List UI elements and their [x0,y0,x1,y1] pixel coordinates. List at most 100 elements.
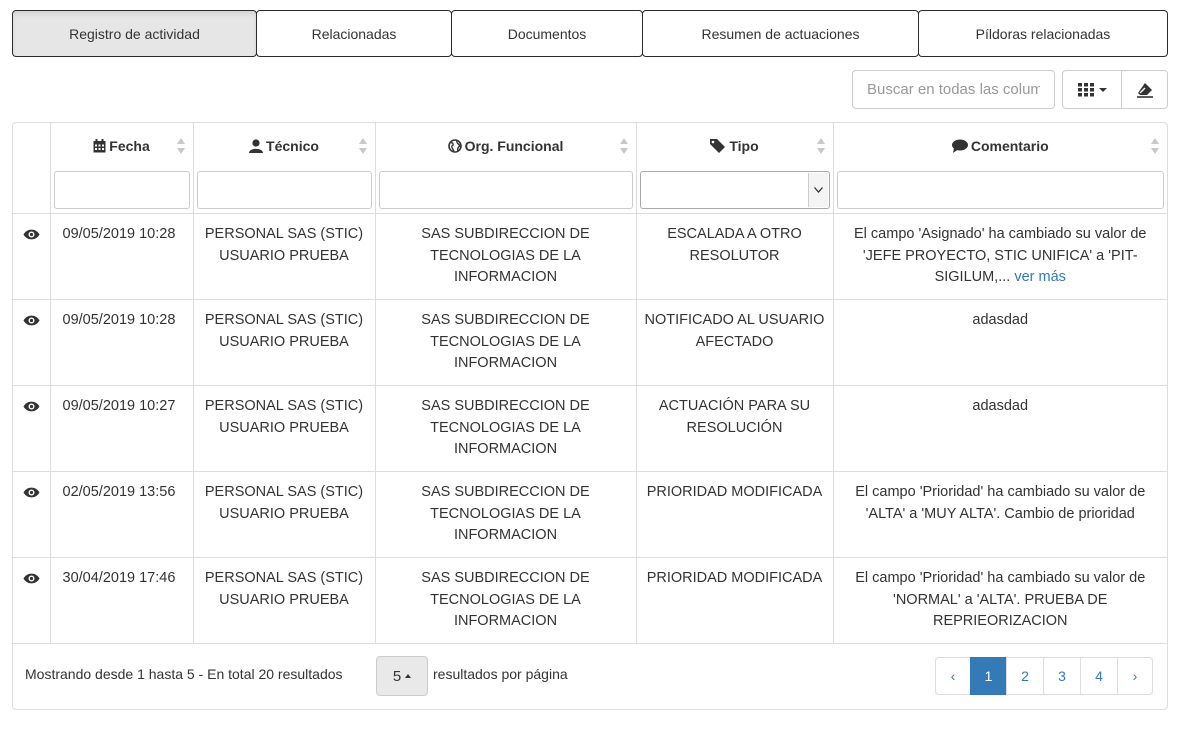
view-cell [13,471,51,558]
view-cell [13,213,51,300]
pagination-page-3[interactable]: 3 [1043,657,1081,695]
filter-input-org-funcional[interactable] [378,171,633,209]
cell-fecha: 09/05/2019 10:27 [50,385,194,472]
cell-fecha: 09/05/2019 10:28 [50,213,194,300]
activity-table: Fecha Técnico Org. Funcional Tipo Coment… [13,123,1167,644]
search-input[interactable] [852,70,1055,109]
eye-icon[interactable] [23,573,40,584]
tag-icon [710,139,726,153]
chevron-down-icon [1098,87,1107,92]
table-row: 02/05/2019 13:56 PERSONAL SAS (STIC) USU… [13,471,1167,558]
table-footer: Mostrando desde 1 hasta 5 - En total 20 … [13,643,1167,709]
filter-cell-org [375,169,637,214]
pagination-page-1[interactable]: 1 [970,657,1007,695]
cell-tecnico: PERSONAL SAS (STIC) USUARIO PRUEBA [193,557,376,644]
user-icon [249,139,264,153]
column-label-fecha: Fecha [109,138,150,154]
cell-tipo: NOTIFICADO AL USUARIO AFECTADO [636,299,834,386]
tab-resumen-actuaciones[interactable]: Resumen de actuaciones [642,10,919,57]
clear-filters-button[interactable] [1121,70,1168,109]
comment-text: El campo 'Asignado' ha cambiado su valor… [854,226,1147,285]
pagination-prev[interactable]: ‹ [935,657,971,695]
cell-comentario: El campo 'Asignado' ha cambiado su valor… [833,213,1167,300]
chevron-down-icon [807,173,828,207]
column-label-tecnico: Técnico [266,138,319,154]
sort-icon[interactable] [816,138,825,154]
column-header-tecnico[interactable]: Técnico [193,123,376,169]
tab-pildoras-relacionadas[interactable]: Píldoras relacionadas [918,10,1168,57]
filter-cell-tipo [636,169,834,214]
cell-org-funcional: SAS SUBDIRECCION DE TECNOLOGIAS DE LA IN… [375,385,637,472]
cell-tipo: PRIORIDAD MODIFICADA [636,471,834,558]
column-header-comentario[interactable]: Comentario [833,123,1167,169]
comment-icon [951,139,968,153]
view-cell [13,385,51,472]
tab-registro-actividad[interactable]: Registro de actividad [12,10,257,57]
filter-input-tecnico[interactable] [196,171,372,209]
eye-icon[interactable] [23,487,40,498]
sort-icon[interactable] [619,138,628,154]
columns-toggle-button[interactable] [1062,70,1122,109]
sort-icon[interactable] [176,138,185,154]
column-label-org-funcional: Org. Funcional [464,138,564,154]
column-header-fecha[interactable]: Fecha [50,123,194,169]
pagination-page-4[interactable]: 4 [1080,657,1118,695]
cell-tecnico: PERSONAL SAS (STIC) USUARIO PRUEBA [193,385,376,472]
table-row: 09/05/2019 10:27 PERSONAL SAS (STIC) USU… [13,385,1167,472]
tab-relacionadas[interactable]: Relacionadas [256,10,452,57]
column-header-org-funcional[interactable]: Org. Funcional [375,123,637,169]
eye-icon[interactable] [23,401,40,412]
column-header-actions [13,123,51,169]
eye-icon[interactable] [23,229,40,240]
cell-comentario: El campo 'Prioridad' ha cambiado su valo… [833,471,1167,558]
cell-tecnico: PERSONAL SAS (STIC) USUARIO PRUEBA [193,299,376,386]
globe-icon [447,139,462,153]
cell-comentario: adasdad [833,299,1167,386]
cell-comentario: El campo 'Prioridad' ha cambiado su valo… [833,557,1167,644]
filter-select-tipo[interactable] [639,171,830,209]
per-page-label: resultados por página [433,666,568,682]
calendar-icon [93,139,106,153]
see-more-link[interactable]: ver más [1014,269,1066,285]
pagination-page-2[interactable]: 2 [1006,657,1044,695]
cell-tipo: PRIORIDAD MODIFICADA [636,557,834,644]
column-label-comentario: Comentario [970,138,1049,154]
column-label-tipo: Tipo [729,138,759,154]
filter-input-comentario[interactable] [836,171,1164,209]
eraser-icon [1136,82,1153,98]
cell-tipo: ACTUACIÓN PARA SU RESOLUCIÓN [636,385,834,472]
filter-cell-actions [13,169,51,214]
cell-comentario: adasdad [833,385,1167,472]
cell-org-funcional: SAS SUBDIRECCION DE TECNOLOGIAS DE LA IN… [375,299,637,386]
view-cell [13,557,51,644]
column-header-tipo[interactable]: Tipo [636,123,834,169]
cell-org-funcional: SAS SUBDIRECCION DE TECNOLOGIAS DE LA IN… [375,557,637,644]
cell-fecha: 02/05/2019 13:56 [50,471,194,558]
activity-table-panel: Fecha Técnico Org. Funcional Tipo Coment… [12,122,1168,710]
tab-bar: Registro de actividad Relacionadas Docum… [12,10,1168,57]
page-size-value: 5 [392,667,402,685]
table-row: 30/04/2019 17:46 PERSONAL SAS (STIC) USU… [13,557,1167,644]
filter-cell-fecha [50,169,194,214]
cell-org-funcional: SAS SUBDIRECCION DE TECNOLOGIAS DE LA IN… [375,213,637,300]
filter-cell-tecnico [193,169,376,214]
cell-fecha: 30/04/2019 17:46 [50,557,194,644]
table-row: 09/05/2019 10:28 PERSONAL SAS (STIC) USU… [13,213,1167,300]
pagination: ‹ 1 2 3 4 › [935,657,1153,695]
table-row: 09/05/2019 10:28 PERSONAL SAS (STIC) USU… [13,299,1167,386]
tab-documentos[interactable]: Documentos [451,10,643,57]
cell-tipo: ESCALADA A OTRO RESOLUTOR [636,213,834,300]
cell-tecnico: PERSONAL SAS (STIC) USUARIO PRUEBA [193,471,376,558]
chevron-up-icon [405,674,412,678]
eye-icon[interactable] [23,315,40,326]
cell-tecnico: PERSONAL SAS (STIC) USUARIO PRUEBA [193,213,376,300]
cell-fecha: 09/05/2019 10:28 [50,299,194,386]
sort-icon[interactable] [1151,138,1159,154]
results-summary: Mostrando desde 1 hasta 5 - En total 20 … [25,666,343,682]
page-size-dropdown[interactable]: 5 [376,656,428,696]
sort-icon[interactable] [358,138,367,154]
filter-input-fecha[interactable] [53,171,190,209]
pagination-next[interactable]: › [1117,657,1153,695]
grid-icon [1077,82,1094,96]
filter-cell-comentario [833,169,1167,214]
